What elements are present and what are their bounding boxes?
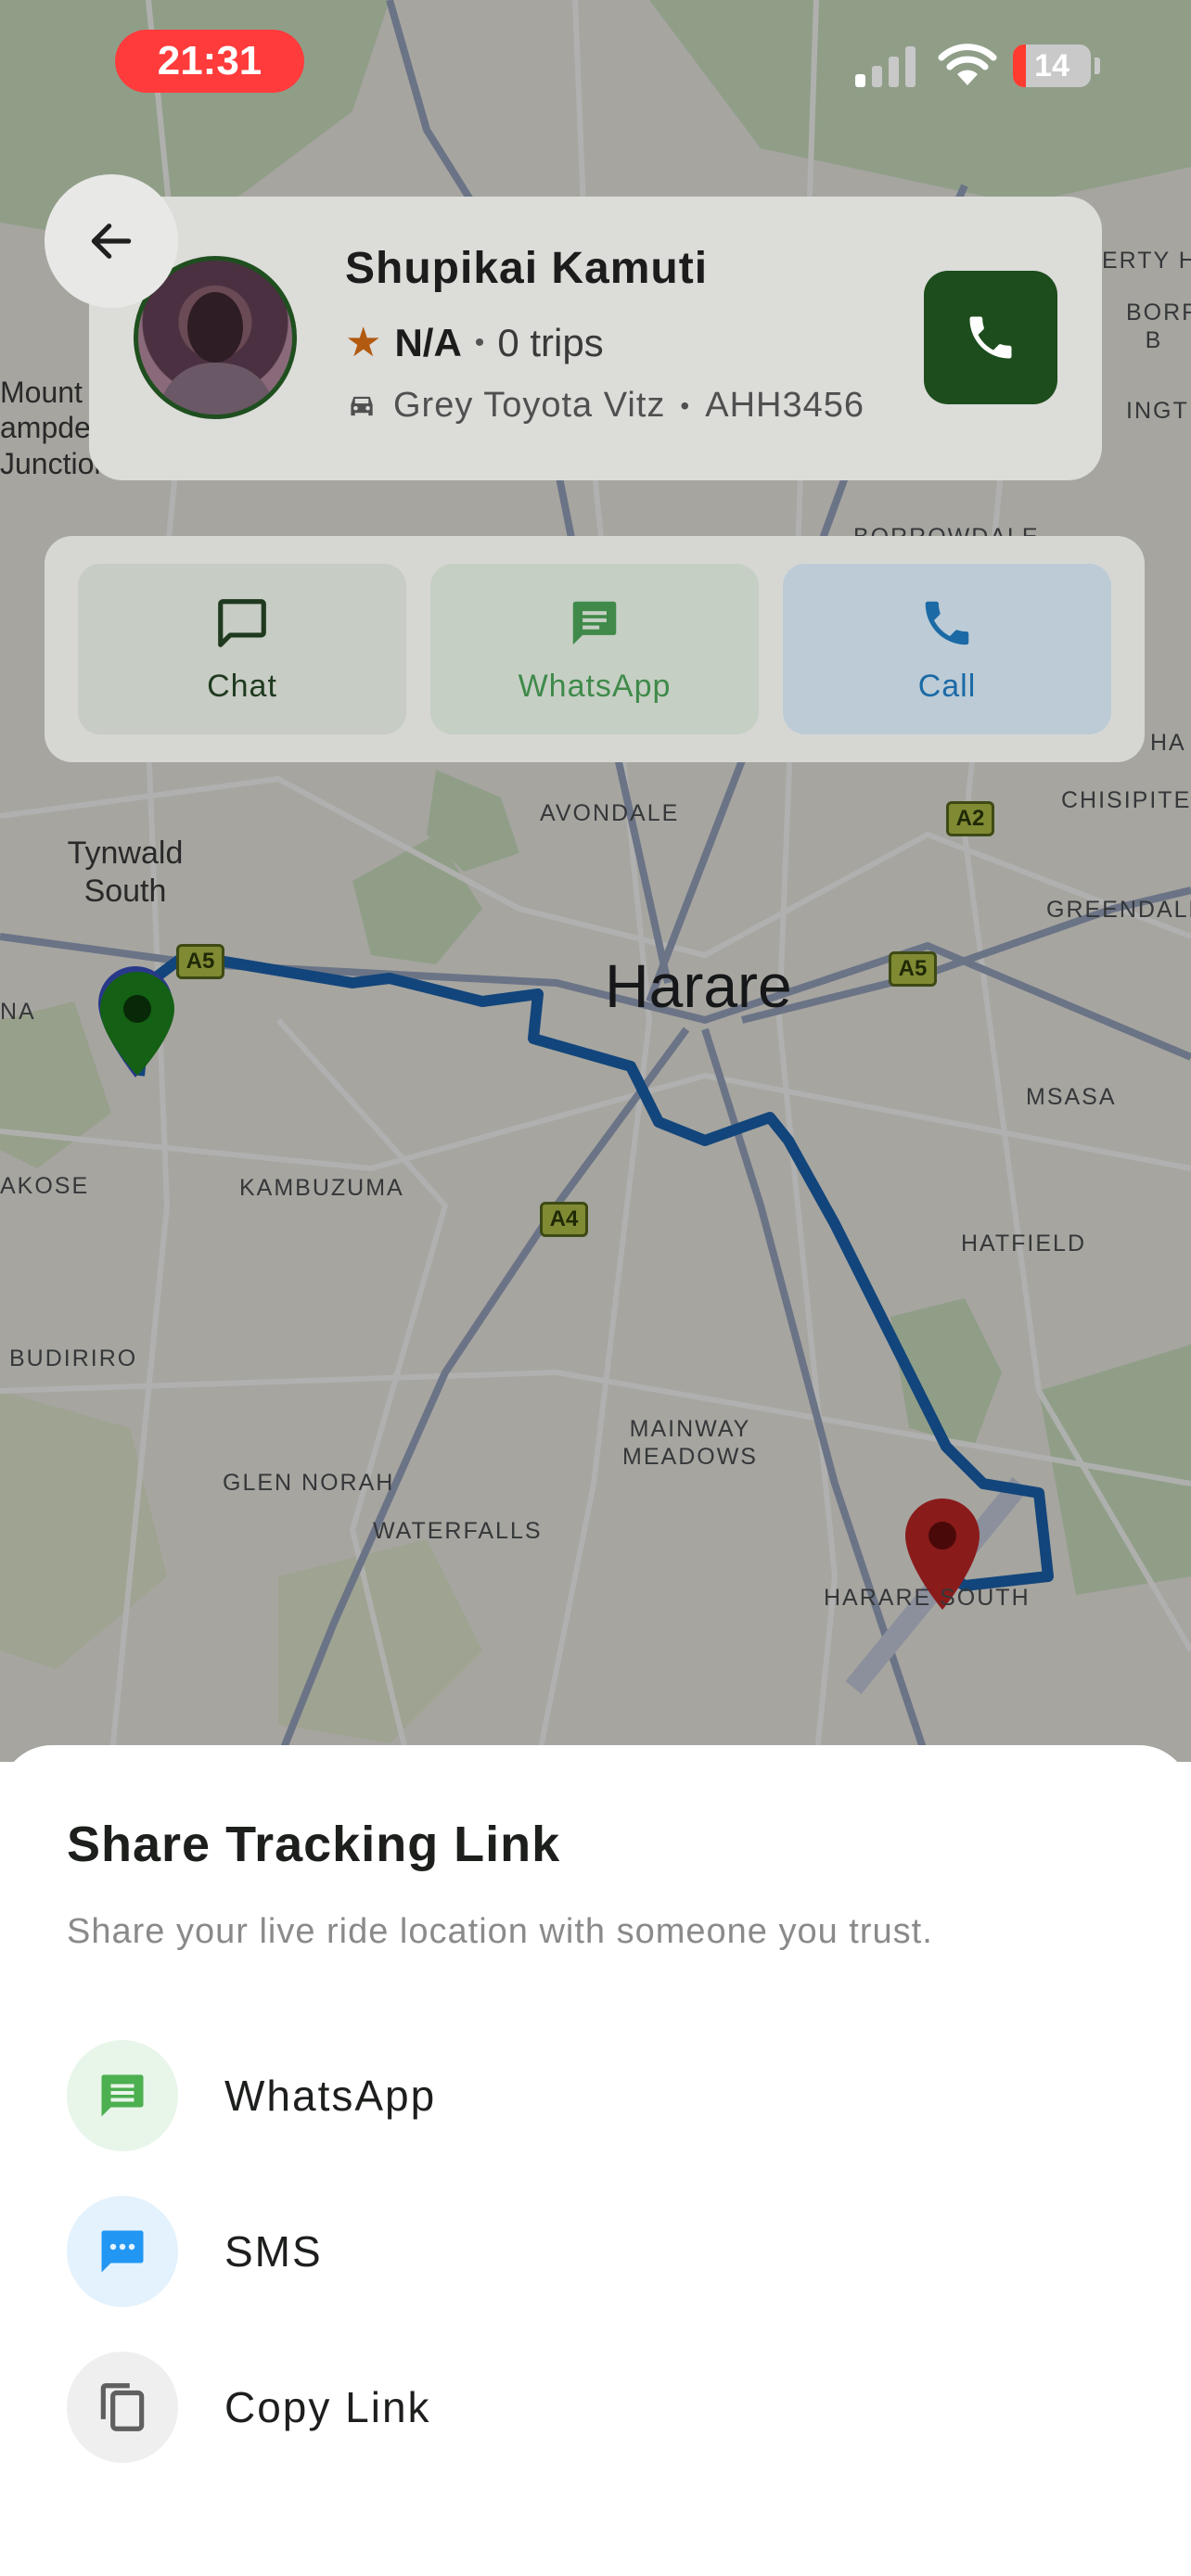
map-label-na: NA (0, 999, 36, 1025)
whatsapp-icon-circle (67, 2040, 178, 2151)
call-driver-button[interactable] (924, 271, 1057, 404)
vehicle-plate: AHH3456 (705, 386, 864, 425)
back-button[interactable] (45, 174, 178, 308)
map-label-mainway: MAINWAY MEADOWS (622, 1416, 758, 1470)
cellular-signal-icon (855, 46, 916, 87)
copy-icon-circle (67, 2352, 178, 2463)
map-label-tynwald: Tynwald South (67, 835, 184, 909)
vehicle-row: Grey Toyota Vitz • AHH3456 (345, 386, 864, 426)
map-label-borr: BORR B (1126, 300, 1191, 353)
status-bar: 21:31 14 (0, 0, 1191, 130)
map-label-glen-norah: GLEN NORAH (223, 1470, 395, 1496)
vehicle-model: Grey Toyota Vitz (393, 386, 666, 425)
driver-trips: 0 trips (497, 320, 604, 364)
map-city-label: Harare (605, 951, 792, 1020)
road-shield-a5-west: A5 (176, 944, 224, 979)
whatsapp-button[interactable]: WhatsApp (430, 564, 759, 734)
wifi-icon (938, 44, 997, 85)
map-label-akose: AKOSE (0, 1173, 90, 1199)
driver-rating: N/A (394, 320, 462, 364)
copy-icon (100, 2383, 145, 2431)
map-label-waterfalls: WATERFALLS (373, 1518, 543, 1544)
share-option-copy-link-label: Copy Link (224, 2383, 431, 2431)
map-label-hatfield: HATFIELD (961, 1231, 1086, 1256)
map-label-avondale: AVONDALE (540, 800, 680, 826)
sms-icon-circle (67, 2196, 178, 2307)
message-icon (572, 601, 617, 644)
chat-button[interactable]: Chat (78, 564, 406, 734)
share-option-whatsapp-label: WhatsApp (224, 2072, 437, 2120)
rating-separator: • (474, 326, 485, 358)
phone-icon (925, 601, 969, 644)
star-icon: ★ (345, 320, 382, 365)
share-option-sms-label: SMS (224, 2227, 323, 2276)
share-option-sms[interactable]: SMS (67, 2196, 1124, 2307)
map-label-budiriro: BUDIRIRO (9, 1345, 138, 1371)
call-button[interactable]: Call (783, 564, 1111, 734)
contact-actions-panel: Chat WhatsApp Call (45, 536, 1145, 762)
driver-card: Shupikai Kamuti ★ N/A • 0 trips Grey Toy… (89, 197, 1102, 480)
phone-icon (969, 316, 1012, 359)
map-label-ha: HA (1150, 730, 1186, 756)
status-time: 21:31 (115, 30, 304, 93)
whatsapp-message-icon (101, 2074, 144, 2117)
chat-bubble-icon (218, 598, 266, 647)
map-label-greendale: GREENDALE (1046, 897, 1191, 923)
battery-nub (1095, 57, 1100, 74)
map-label-ingt: INGT (1126, 398, 1189, 424)
driver-rating-row: ★ N/A • 0 trips (345, 319, 604, 366)
share-option-whatsapp[interactable]: WhatsApp (67, 2040, 1124, 2151)
call-button-label: Call (917, 668, 977, 704)
sheet-title: Share Tracking Link (67, 1817, 561, 1872)
sms-icon (101, 2230, 144, 2273)
map-label-mount-hampden: Mount ampde Junction (0, 376, 111, 480)
sheet-subtitle: Share your live ride location with someo… (67, 1912, 933, 1951)
whatsapp-button-label: WhatsApp (518, 668, 672, 704)
share-bottom-sheet: Share Tracking Link Share your live ride… (0, 1745, 1191, 2576)
map-label-harare-south: HARARE SOUTH (824, 1585, 1031, 1611)
map-label-msasa: MSASA (1026, 1084, 1117, 1110)
road-shield-a4: A4 (540, 1202, 588, 1237)
battery-indicator: 14 (1013, 45, 1091, 87)
map-label-chisipite: CHISIPITE (1061, 787, 1191, 813)
road-shield-a5-east: A5 (889, 951, 937, 987)
driver-name: Shupikai Kamuti (345, 244, 709, 293)
map-label-kambuzuma: KAMBUZUMA (239, 1175, 404, 1201)
arrow-left-icon (91, 223, 132, 259)
share-option-copy-link[interactable]: Copy Link (67, 2352, 1124, 2463)
map-label-erty: ERTY H (1102, 248, 1191, 274)
chat-button-label: Chat (207, 668, 277, 704)
battery-level: 14 (1034, 47, 1069, 83)
road-shield-a2: A2 (946, 801, 994, 836)
vehicle-separator: • (680, 390, 691, 420)
screen: Harare AVONDALE Tynwald South KAMBUZUMA … (0, 0, 1191, 2576)
car-icon (351, 396, 373, 415)
